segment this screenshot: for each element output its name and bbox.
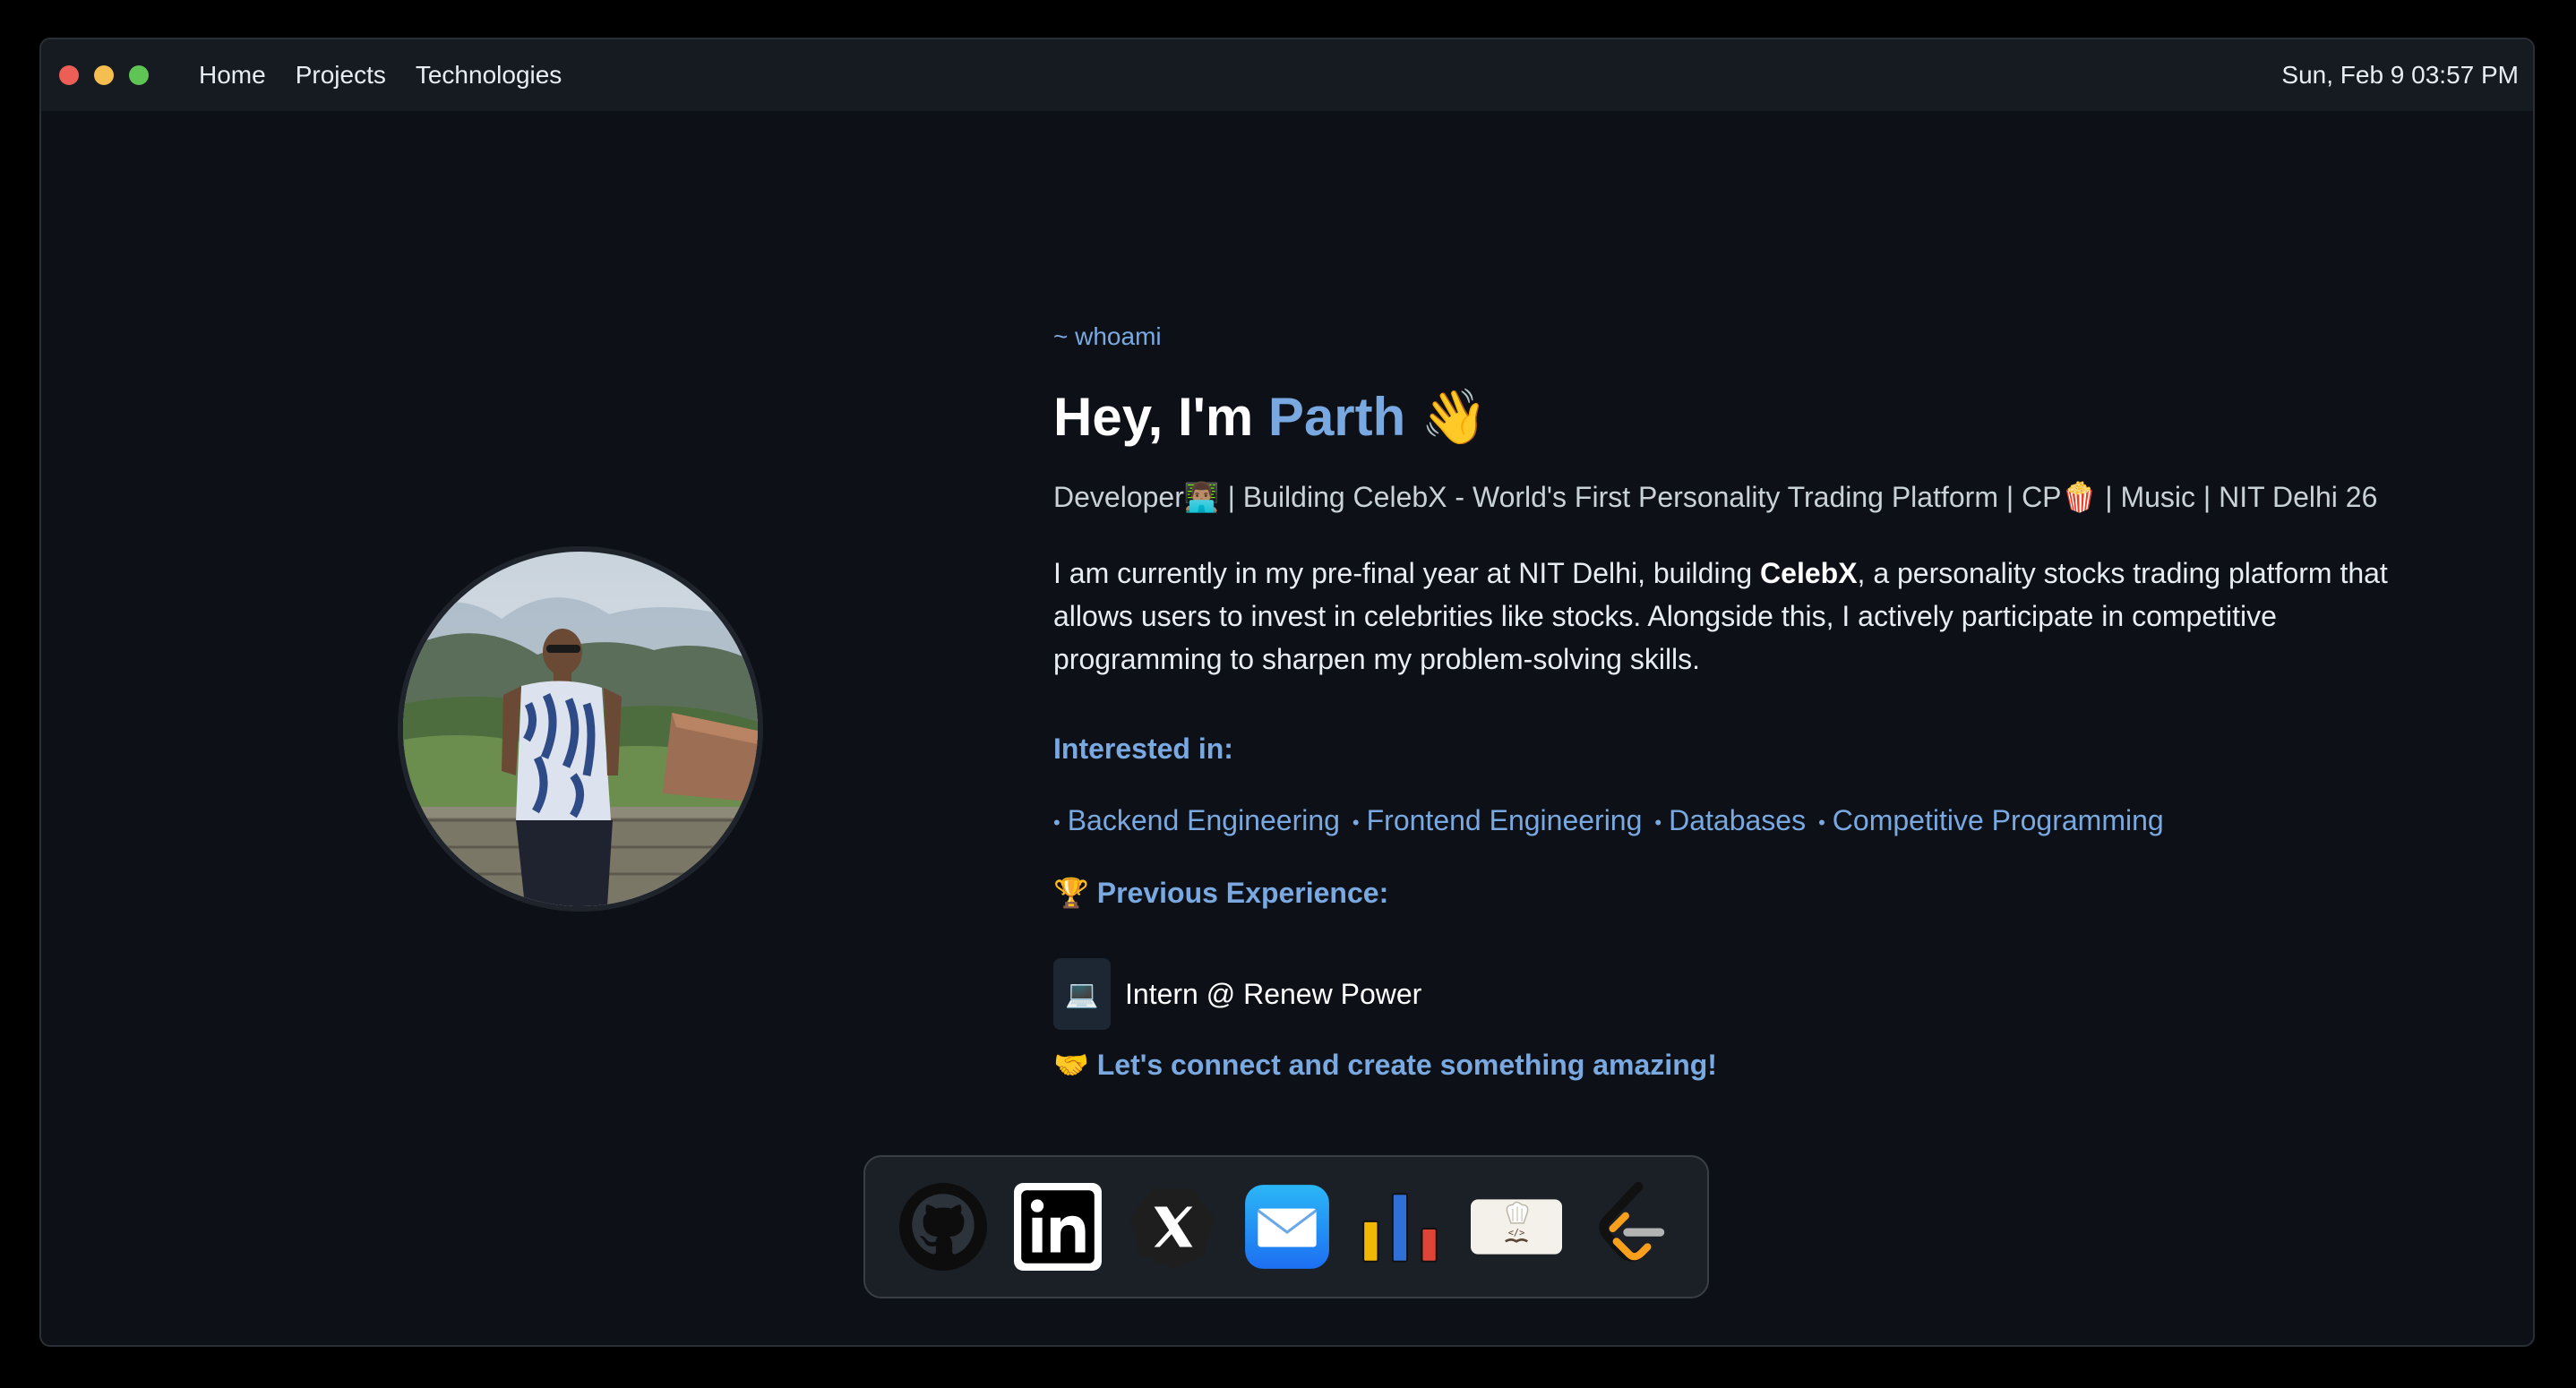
whoami-label: ~ whoami <box>1053 322 1162 350</box>
greeting-text: Hey, I'm <box>1053 387 1254 447</box>
avatar-photo <box>403 552 758 906</box>
nav-technologies[interactable]: Technologies <box>416 61 562 90</box>
menubar-clock: Sun, Feb 9 03:57 PM <box>2281 61 2519 89</box>
mail-icon[interactable] <box>1241 1181 1333 1272</box>
stats-chart-icon[interactable] <box>1356 1181 1447 1272</box>
greeting-heading: Hey, I'm Parth 👋 <box>1053 385 1488 449</box>
traffic-lights <box>59 65 149 85</box>
bio-paragraph: I am currently in my pre-final year at N… <box>1053 552 2451 681</box>
bio-highlight: CelebX <box>1760 557 1858 589</box>
interest-item: • Competitive Programming <box>1818 804 2164 836</box>
wave-emoji: 👋 <box>1420 387 1488 447</box>
interest-item: • Databases <box>1654 804 1807 836</box>
maximize-window-button[interactable] <box>129 65 149 85</box>
leetcode-icon[interactable] <box>1585 1181 1677 1272</box>
close-window-button[interactable] <box>59 65 79 85</box>
interest-item: • Frontend Engineering <box>1352 804 1643 836</box>
experience-item: 💻 Intern @ Renew Power <box>1053 958 1421 1030</box>
bio-text-start: I am currently in my pre-final year at N… <box>1053 557 1761 589</box>
tagline: Developer👨🏽‍💻 | Building CelebX - World'… <box>1053 481 2378 513</box>
github-icon[interactable] <box>897 1181 989 1272</box>
nav-menu: Home Projects Technologies <box>199 61 562 90</box>
experience-heading: 🏆 Previous Experience: <box>1053 877 1389 909</box>
experience-text: Intern @ Renew Power <box>1125 977 1422 1010</box>
connect-message: 🤝 Let's connect and create something ama… <box>1053 1049 1717 1081</box>
menubar: Home Projects Technologies Sun, Feb 9 03… <box>41 39 2533 111</box>
nav-projects[interactable]: Projects <box>296 61 386 90</box>
nav-home[interactable]: Home <box>199 61 266 90</box>
interest-item: • Backend Engineering <box>1053 804 1340 836</box>
profile-avatar <box>398 546 763 912</box>
app-window: Home Projects Technologies Sun, Feb 9 03… <box>39 38 2535 1347</box>
minimize-window-button[interactable] <box>94 65 114 85</box>
svg-text:</>: </> <box>1508 1229 1524 1238</box>
interests-heading: Interested in: <box>1053 733 1233 765</box>
greeting-name: Parth <box>1267 387 1406 447</box>
social-dock: </> <box>863 1155 1709 1298</box>
linkedin-icon[interactable] <box>1012 1181 1103 1272</box>
codechef-icon[interactable]: </> <box>1471 1181 1562 1272</box>
interests-list: • Backend Engineering • Frontend Engineeri… <box>1053 804 2164 837</box>
x-icon[interactable] <box>1127 1181 1218 1272</box>
laptop-icon: 💻 <box>1053 958 1111 1030</box>
